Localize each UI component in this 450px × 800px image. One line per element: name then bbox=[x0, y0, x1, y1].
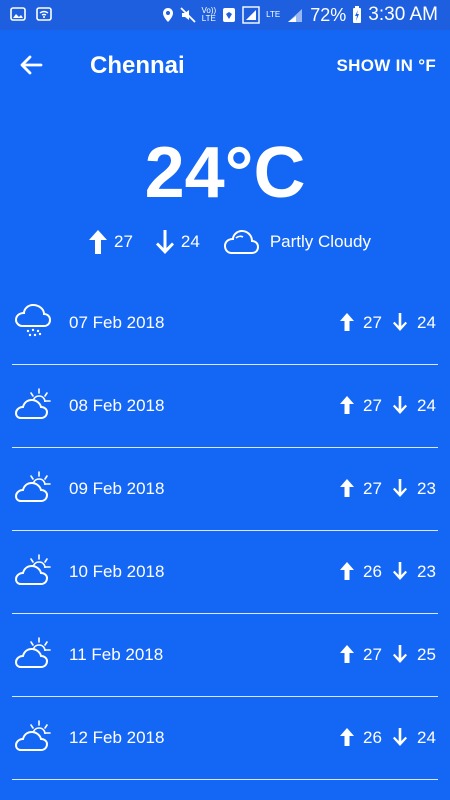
forecast-row[interactable]: 12 Feb 2018 26 24 bbox=[12, 697, 438, 780]
forecast-date: 09 Feb 2018 bbox=[69, 479, 165, 498]
arrow-down-icon bbox=[393, 396, 407, 414]
partly-cloudy-icon bbox=[14, 471, 51, 502]
forecast-row[interactable]: 11 Feb 2018 27 25 bbox=[12, 614, 438, 697]
forecast-low: 24 bbox=[417, 728, 436, 747]
shield-icon bbox=[223, 8, 236, 22]
lte-indicator: LTE bbox=[266, 10, 281, 19]
arrow-up-icon bbox=[340, 645, 354, 663]
arrow-down-icon bbox=[393, 728, 407, 746]
forecast-low: 24 bbox=[417, 396, 436, 415]
snow-cloud-icon bbox=[14, 304, 52, 337]
mute-icon bbox=[179, 7, 196, 23]
forecast-high: 27 bbox=[363, 313, 382, 332]
partly-cloudy-icon bbox=[14, 388, 51, 419]
clock: 3:30 AM bbox=[368, 4, 438, 25]
wifi-icon bbox=[36, 7, 52, 21]
partly-cloudy-icon bbox=[14, 720, 51, 751]
signal-bars-icon bbox=[288, 9, 303, 22]
partly-cloudy-icon bbox=[14, 554, 51, 585]
current-high: 27 bbox=[114, 232, 133, 251]
arrow-up-icon bbox=[340, 562, 354, 580]
show-fahrenheit-button[interactable]: SHOW IN °F bbox=[336, 56, 436, 76]
arrow-up-icon bbox=[340, 728, 354, 746]
forecast-low: 24 bbox=[417, 313, 436, 332]
battery-percent: 72% bbox=[310, 4, 347, 25]
current-low: 24 bbox=[180, 232, 200, 251]
forecast-date: 08 Feb 2018 bbox=[69, 396, 165, 415]
city-title: Chennai bbox=[90, 52, 185, 79]
forecast-low: 23 bbox=[417, 562, 436, 581]
forecast-date: 11 Feb 2018 bbox=[69, 645, 164, 664]
partly-cloudy-icon bbox=[14, 637, 51, 668]
volte-indicator: Vo)) LTE bbox=[201, 6, 217, 23]
forecast-low: 25 bbox=[417, 645, 436, 664]
forecast-low: 23 bbox=[417, 479, 436, 498]
gallery-icon bbox=[10, 7, 26, 21]
forecast-date: 10 Feb 2018 bbox=[69, 562, 165, 581]
location-icon bbox=[162, 8, 173, 22]
forecast-date: 07 Feb 2018 bbox=[69, 313, 165, 332]
status-bar: Vo)) LTE LTE 72% 3:30 AM bbox=[0, 0, 450, 30]
arrow-down-icon bbox=[155, 230, 174, 254]
cloud-icon bbox=[223, 229, 259, 254]
forecast-high: 27 bbox=[363, 479, 382, 498]
signal-icon bbox=[242, 6, 260, 24]
arrow-up-icon bbox=[340, 479, 354, 497]
forecast-list: 07 Feb 2018 27 24 08 Feb 2018 27 24 09 F… bbox=[12, 282, 438, 780]
arrow-down-icon bbox=[393, 645, 407, 663]
arrow-up-icon bbox=[340, 313, 354, 331]
battery-charging-icon bbox=[353, 6, 362, 23]
arrow-down-icon bbox=[393, 313, 407, 331]
app-bar: Chennai SHOW IN °F bbox=[0, 30, 450, 102]
forecast-high: 27 bbox=[363, 396, 382, 415]
forecast-high: 27 bbox=[363, 645, 382, 664]
current-condition: Partly Cloudy bbox=[269, 232, 371, 251]
arrow-down-icon bbox=[393, 479, 407, 497]
back-arrow-icon bbox=[20, 55, 43, 75]
forecast-row[interactable]: 10 Feb 2018 26 23 bbox=[12, 531, 438, 614]
forecast-high: 26 bbox=[363, 562, 382, 581]
forecast-high: 26 bbox=[363, 728, 382, 747]
arrow-up-icon bbox=[89, 230, 107, 254]
forecast-row[interactable]: 08 Feb 2018 27 24 bbox=[12, 365, 438, 448]
back-button[interactable] bbox=[16, 50, 46, 80]
current-summary: 27 24 Partly Cloudy bbox=[88, 226, 371, 258]
forecast-row[interactable]: 09 Feb 2018 27 23 bbox=[12, 448, 438, 531]
arrow-up-icon bbox=[340, 396, 354, 414]
current-temperature: 24°C bbox=[144, 133, 306, 213]
arrow-down-icon bbox=[393, 562, 407, 580]
forecast-row[interactable]: 07 Feb 2018 27 24 bbox=[12, 282, 438, 365]
forecast-date: 12 Feb 2018 bbox=[69, 728, 165, 747]
